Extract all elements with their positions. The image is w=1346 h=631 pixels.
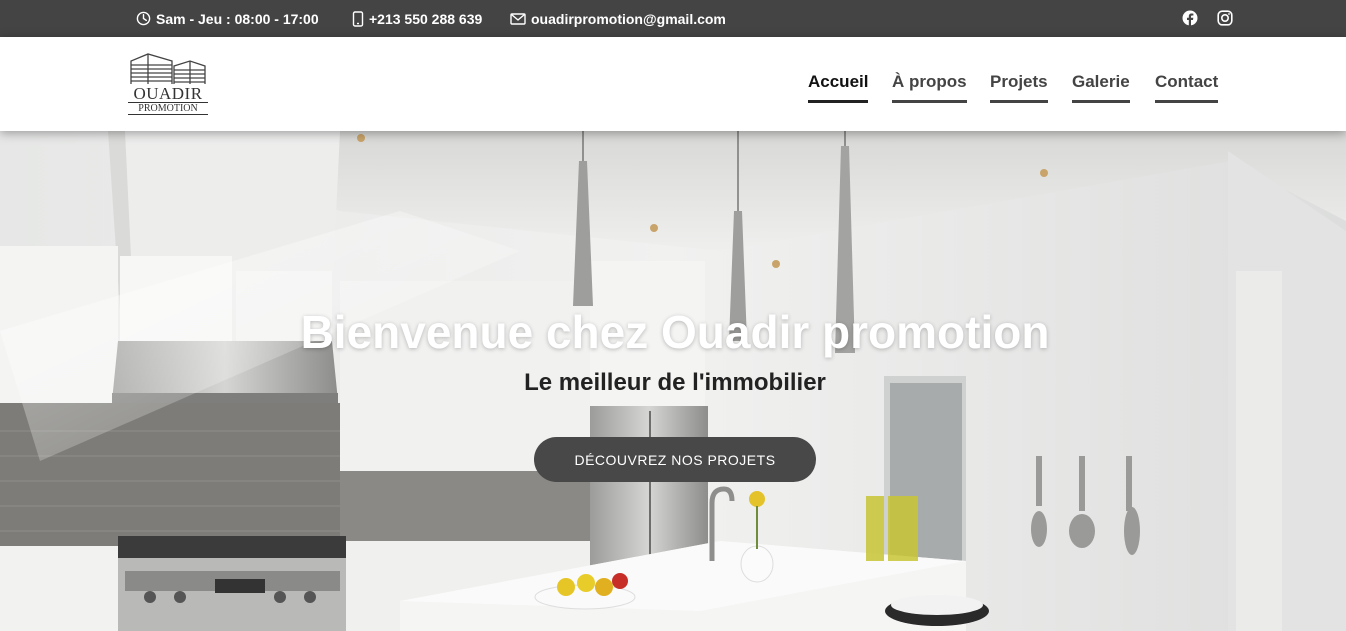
clock-icon [136,11,151,26]
hero-title: Bienvenue chez Ouadir promotion [300,306,1050,358]
logo-subtitle: PROMOTION [128,102,208,115]
mail-icon [510,12,526,25]
opening-hours: Sam - Jeu : 08:00 - 17:00 [136,0,319,37]
top-bar: Sam - Jeu : 08:00 - 17:00 +213 550 288 6… [0,0,1346,37]
nav-item-contact[interactable]: Contact [1155,72,1219,103]
hero-section: Bienvenue chez Ouadir promotion Le meill… [0,131,1346,631]
logo-name: OUADIR [133,84,203,103]
hero-subtitle: Le meilleur de l'immobilier [524,369,826,396]
phone-contact[interactable]: +213 550 288 639 [352,0,482,37]
facebook-icon[interactable] [1181,9,1199,27]
instagram-icon[interactable] [1216,9,1234,27]
nav-item-projets[interactable]: Projets [990,72,1048,103]
opening-hours-text: Sam - Jeu : 08:00 - 17:00 [156,10,319,27]
email-text[interactable]: ouadirpromotion@gmail.com [531,11,726,27]
email-contact[interactable]: ouadirpromotion@gmail.com [510,0,726,37]
buildings-logo-icon [130,53,206,84]
nav-item-accueil[interactable]: Accueil [808,72,869,103]
nav-item-galerie[interactable]: Galerie [1072,72,1130,103]
nav-item-a-propos[interactable]: À propos [892,72,967,103]
logo[interactable]: OUADIR PROMOTION [128,51,208,117]
discover-projects-button[interactable]: DÉCOUVREZ NOS PROJETS [534,437,816,482]
site-header: OUADIR PROMOTION Accueil À propos Projet… [0,37,1346,131]
phone-icon [352,10,364,27]
phone-text[interactable]: +213 550 288 639 [369,11,482,27]
